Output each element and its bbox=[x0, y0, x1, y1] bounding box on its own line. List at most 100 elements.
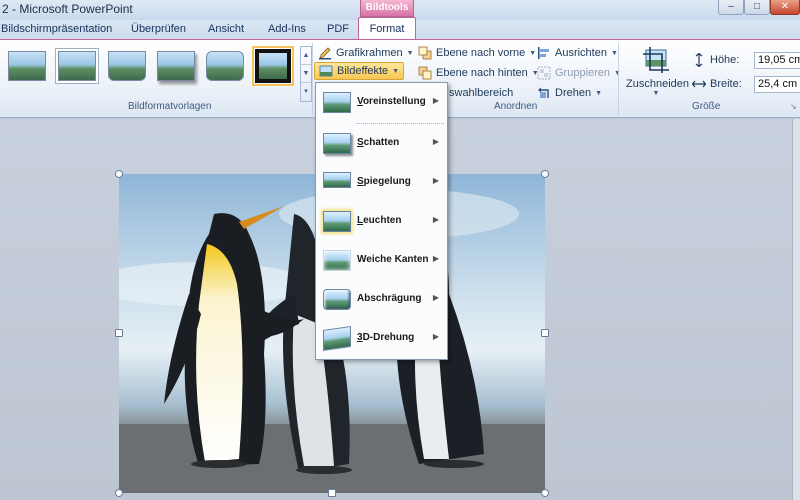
scroll-up-icon[interactable]: ▲ bbox=[301, 47, 311, 65]
chevron-down-icon: ▼ bbox=[529, 49, 537, 57]
crop-icon bbox=[643, 47, 669, 73]
tab-ueberpruefen[interactable]: Überprüfen bbox=[131, 23, 186, 35]
resize-handle[interactable] bbox=[328, 489, 336, 497]
tab-add-ins[interactable]: Add-Ins bbox=[268, 23, 306, 35]
rotate-icon bbox=[538, 87, 549, 98]
style-thumbnail[interactable] bbox=[157, 51, 195, 81]
menu-item-leuchten[interactable]: Leuchten ▶ bbox=[317, 203, 447, 241]
menu-item-weiche-kanten[interactable]: Weiche Kanten ▶ bbox=[317, 242, 447, 280]
grafikrahmen-button[interactable]: Grafikrahmen ▼ bbox=[318, 44, 414, 62]
glow-effect-icon bbox=[323, 211, 351, 232]
submenu-arrow-icon: ▶ bbox=[432, 137, 439, 146]
minimize-button[interactable]: – bbox=[718, 0, 744, 15]
style-thumbnail[interactable] bbox=[58, 51, 96, 81]
bevel-effect-icon bbox=[323, 289, 351, 310]
chevron-down-icon: ▼ bbox=[595, 89, 603, 97]
zuschneiden-button[interactable]: Zuschneiden ▼ bbox=[626, 46, 689, 100]
resize-handle[interactable] bbox=[541, 329, 549, 337]
menu-item-abschraegung[interactable]: Abschrägung ▶ bbox=[317, 281, 447, 319]
style-thumbnail[interactable] bbox=[206, 51, 244, 81]
ebene-nach-hinten-label: Ebene nach hinten bbox=[436, 67, 528, 79]
tab-ansicht[interactable]: Ansicht bbox=[208, 23, 244, 35]
menu-separator bbox=[356, 123, 444, 124]
gruppieren-button[interactable]: Gruppieren ▼ bbox=[537, 64, 621, 82]
submenu-arrow-icon: ▶ bbox=[432, 176, 439, 185]
shadow-effect-icon bbox=[323, 133, 351, 154]
drehen-button[interactable]: Drehen ▼ bbox=[537, 84, 602, 102]
close-icon: ✕ bbox=[780, 1, 790, 12]
style-thumbnail[interactable] bbox=[252, 46, 294, 86]
hoehe-row: Höhe: bbox=[692, 50, 800, 70]
menu-mnemonic: S bbox=[357, 176, 364, 187]
menu-label-weiche-kanten: Weiche Kanten bbox=[357, 254, 429, 265]
breite-input[interactable] bbox=[754, 75, 800, 93]
dialog-launcher-icon[interactable]: ↘ bbox=[790, 102, 797, 111]
group-label-picture-styles: Bildformatvorlagen bbox=[128, 101, 212, 112]
maximize-icon: □ bbox=[753, 1, 761, 12]
bildeffekte-button[interactable]: Bildeffekte ▼ bbox=[314, 62, 405, 80]
tab-bildschirmpraesentation[interactable]: Bildschirmpräsentation bbox=[1, 23, 112, 35]
submenu-arrow-icon: ▶ bbox=[432, 254, 439, 263]
menu-item-voreinstellung[interactable]: Voreinstellung ▶ bbox=[317, 84, 447, 122]
resize-handle[interactable] bbox=[115, 329, 123, 337]
auswahlbereich-button[interactable]: swahlbereich bbox=[449, 84, 513, 102]
chevron-down-icon: ▼ bbox=[406, 49, 414, 57]
send-backward-icon bbox=[418, 66, 432, 80]
hoehe-label: Höhe: bbox=[710, 54, 740, 66]
submenu-arrow-icon: ▶ bbox=[432, 332, 439, 341]
submenu-arrow-icon: ▶ bbox=[432, 293, 439, 302]
style-thumbnail[interactable] bbox=[108, 51, 146, 81]
menu-item-3d-drehung[interactable]: 3D-Drehung ▶ bbox=[317, 320, 447, 358]
menu-label-abschraegung: Abschrägung bbox=[357, 293, 422, 304]
menu-label-voreinstellung: oreinstellung bbox=[362, 96, 426, 107]
style-thumbnail[interactable] bbox=[8, 51, 46, 81]
minimize-icon: – bbox=[728, 1, 734, 12]
zuschneiden-label: Zuschneiden bbox=[626, 78, 689, 90]
resize-handle[interactable] bbox=[541, 170, 549, 178]
menu-label-3d-drehung: D-Drehung bbox=[362, 332, 415, 343]
menu-mnemonic: S bbox=[357, 137, 364, 148]
vertical-scrollbar[interactable] bbox=[792, 119, 800, 500]
contextual-tab-bildtools: Bildtools bbox=[360, 0, 414, 17]
width-icon bbox=[692, 80, 706, 88]
resize-handle[interactable] bbox=[541, 489, 549, 497]
soft-edges-effect-icon bbox=[323, 250, 351, 271]
grafikrahmen-label: Grafikrahmen bbox=[336, 47, 403, 59]
hoehe-input[interactable] bbox=[754, 51, 800, 69]
rotation-3d-effect-icon bbox=[323, 326, 351, 351]
resize-handle[interactable] bbox=[115, 170, 123, 178]
ausrichten-label: Ausrichten bbox=[555, 47, 607, 59]
group-icon bbox=[537, 66, 551, 80]
menu-label-leuchten: euchten bbox=[363, 215, 402, 226]
group-separator bbox=[312, 43, 313, 115]
ebene-nach-hinten-button[interactable]: Ebene nach hinten ▼ bbox=[418, 64, 539, 82]
height-icon bbox=[695, 53, 703, 67]
submenu-arrow-icon: ▶ bbox=[432, 96, 439, 105]
more-styles-icon[interactable]: ▾ bbox=[301, 83, 311, 101]
chevron-down-icon: ▼ bbox=[652, 90, 660, 97]
group-separator bbox=[618, 43, 619, 115]
close-button[interactable]: ✕ bbox=[770, 0, 800, 15]
menu-item-schatten[interactable]: Schatten ▶ bbox=[317, 125, 447, 163]
align-icon bbox=[538, 47, 549, 59]
pen-icon bbox=[319, 47, 331, 60]
drehen-label: Drehen bbox=[555, 87, 592, 99]
submenu-arrow-icon: ▶ bbox=[432, 215, 439, 224]
effect-preview-icon bbox=[323, 92, 351, 113]
gallery-scroll[interactable]: ▲ ▼ ▾ bbox=[300, 46, 312, 102]
ebene-nach-vorne-button[interactable]: Ebene nach vorne ▼ bbox=[418, 44, 536, 62]
reflection-effect-icon bbox=[323, 172, 351, 188]
ebene-nach-vorne-label: Ebene nach vorne bbox=[436, 47, 526, 59]
window-title: 2 - Microsoft PowerPoint bbox=[2, 2, 133, 16]
bring-forward-icon bbox=[418, 46, 432, 60]
picture-effects-icon bbox=[319, 65, 333, 77]
menu-label-spiegelung: piegelung bbox=[363, 176, 411, 187]
maximize-button[interactable]: □ bbox=[744, 0, 770, 15]
menu-item-spiegelung[interactable]: Spiegelung ▶ bbox=[317, 164, 447, 202]
resize-handle[interactable] bbox=[115, 489, 123, 497]
ausrichten-button[interactable]: Ausrichten ▼ bbox=[537, 44, 618, 62]
bildeffekte-menu: Voreinstellung ▶ Schatten ▶ Spiegelung ▶… bbox=[315, 82, 448, 360]
tab-pdf[interactable]: PDF bbox=[327, 23, 349, 35]
scroll-down-icon[interactable]: ▼ bbox=[301, 65, 311, 83]
tab-format[interactable]: Format bbox=[358, 17, 416, 40]
